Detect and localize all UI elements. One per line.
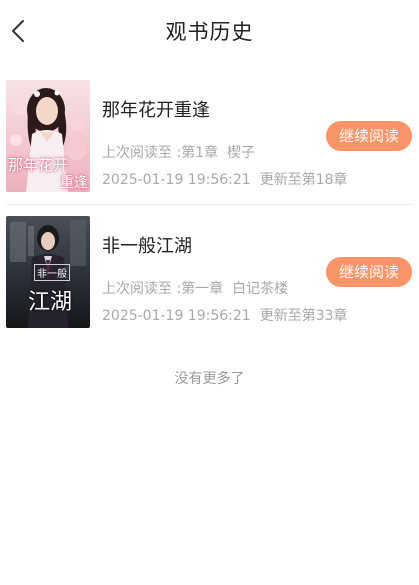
update-status: 更新至第33章 bbox=[259, 308, 348, 324]
last-read-info: 上次阅读至 :第一章 白记茶楼 bbox=[102, 278, 288, 298]
book-cover[interactable]: 那年花开 重逢 bbox=[6, 80, 90, 192]
book-title[interactable]: 那年花开重逢 bbox=[102, 96, 210, 122]
update-status: 更新至第18章 bbox=[259, 172, 348, 188]
book-meta: 2025-01-19 19:56:21 更新至第18章 bbox=[102, 169, 348, 189]
continue-reading-button[interactable]: 继续阅读 bbox=[326, 257, 412, 287]
history-list-item[interactable]: 非一般 江湖 非一般江湖 上次阅读至 :第一章 白记茶楼 2025-01-19 … bbox=[0, 214, 419, 334]
read-timestamp: 2025-01-19 19:56:21 bbox=[102, 172, 251, 188]
divider bbox=[6, 204, 413, 205]
cover-title-bottom: 江湖 bbox=[28, 290, 73, 315]
last-read-info: 上次阅读至 :第1章 楔子 bbox=[102, 142, 255, 162]
continue-reading-button[interactable]: 继续阅读 bbox=[326, 121, 412, 151]
last-read-label: 上次阅读至 : bbox=[102, 281, 182, 297]
cover-title-top: 非一般 bbox=[34, 264, 70, 281]
top-bar: 观书历史 bbox=[0, 0, 419, 64]
book-cover[interactable]: 非一般 江湖 bbox=[6, 216, 90, 328]
cover-title-top: 那年花开 bbox=[8, 156, 69, 174]
last-read-label: 上次阅读至 : bbox=[102, 145, 182, 161]
cover-title-bottom: 重逢 bbox=[60, 175, 88, 191]
page: 观书历史 那年花开 重逢 那年花开重逢 上次阅读至:第1章 楔子 2025-0… bbox=[0, 0, 419, 585]
last-read-chapter: 第1章 楔子 bbox=[181, 145, 255, 161]
book-meta: 2025-01-19 19:56:21 更新至第33章 bbox=[102, 305, 348, 325]
book-title[interactable]: 非一般江湖 bbox=[102, 232, 192, 258]
read-timestamp: 2025-01-19 19:56:21 bbox=[102, 308, 251, 324]
no-more-indicator: 没有更多了 bbox=[174, 371, 245, 387]
last-read-chapter: 第一章 白记茶楼 bbox=[181, 281, 289, 297]
page-title: 观书历史 bbox=[165, 20, 254, 44]
history-list-item[interactable]: 那年花开 重逢 那年花开重逢 上次阅读至 :第1章 楔子 2025-01-19 … bbox=[0, 78, 419, 198]
